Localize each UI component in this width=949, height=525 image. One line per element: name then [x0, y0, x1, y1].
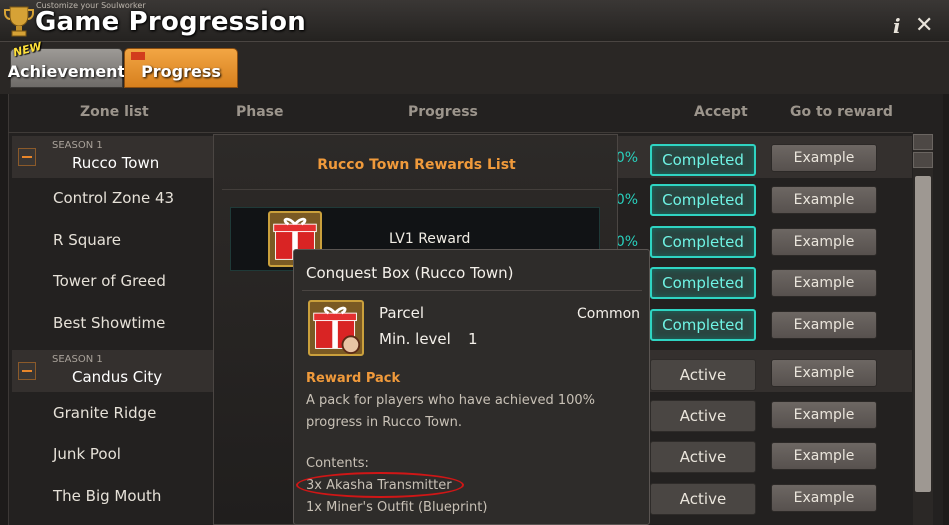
- trophy-icon: [4, 6, 34, 37]
- min-level-value: 1: [468, 330, 478, 348]
- accept-status-button[interactable]: Completed: [650, 309, 756, 341]
- zone-name: Tower of Greed: [53, 272, 166, 290]
- zone-name: Candus City: [72, 368, 163, 386]
- highlight-circle: [296, 472, 464, 498]
- season-label: SEASON 1: [52, 354, 103, 365]
- tooltip-description: A pack for players who have achieved 100…: [306, 393, 596, 430]
- tab-achievement-label: Achievement: [7, 62, 126, 81]
- go-to-reward-button[interactable]: Example: [771, 442, 877, 470]
- go-to-reward-button[interactable]: Example: [771, 401, 877, 429]
- go-to-reward-button[interactable]: Example: [771, 359, 877, 387]
- tooltip-section-title: Reward Pack: [306, 371, 401, 386]
- collapse-icon[interactable]: [18, 148, 36, 166]
- column-progress: Progress: [408, 104, 478, 120]
- item-tooltip: Conquest Box (Rucco Town) Parcel Common …: [293, 249, 650, 525]
- zone-name: Junk Pool: [53, 445, 121, 463]
- column-phase: Phase: [236, 104, 284, 120]
- accept-status-button[interactable]: Active: [650, 441, 756, 473]
- accept-status-button[interactable]: Completed: [650, 184, 756, 216]
- contents-label: Contents:: [306, 456, 369, 471]
- scroll-up-icon[interactable]: [913, 152, 933, 168]
- column-go-to-reward: Go to reward: [790, 104, 893, 120]
- tooltip-title: Conquest Box (Rucco Town): [306, 264, 514, 282]
- accept-status-button[interactable]: Completed: [650, 144, 756, 176]
- zone-name: R Square: [53, 231, 121, 249]
- title-bar: Customize your Soulworker Game Progressi…: [0, 0, 949, 42]
- go-to-reward-button[interactable]: Example: [771, 484, 877, 512]
- go-to-reward-button[interactable]: Example: [771, 228, 877, 256]
- scrollbar-thumb[interactable]: [915, 176, 931, 492]
- accept-status-button[interactable]: Completed: [650, 267, 756, 299]
- column-zone-list: Zone list: [80, 104, 149, 120]
- zone-name: Best Showtime: [53, 314, 166, 332]
- rewards-divider: [222, 189, 612, 190]
- tab-progress-label: Progress: [141, 62, 221, 81]
- accept-status-button[interactable]: Active: [650, 359, 756, 391]
- flag-icon: [131, 52, 145, 60]
- reward-entry-label: LV1 Reward: [389, 231, 471, 247]
- item-type: Parcel: [379, 304, 425, 322]
- zone-name: Rucco Town: [72, 154, 160, 172]
- info-button[interactable]: i: [893, 14, 901, 38]
- zone-name: Control Zone 43: [53, 189, 175, 207]
- go-to-reward-button[interactable]: Example: [771, 144, 877, 172]
- zone-name: The Big Mouth: [53, 487, 162, 505]
- close-button[interactable]: ✕: [915, 13, 933, 38]
- item-rarity: Common: [577, 306, 641, 322]
- go-to-reward-button[interactable]: Example: [771, 269, 877, 297]
- min-level-label: Min. level: [379, 330, 451, 348]
- collapse-icon[interactable]: [18, 362, 36, 380]
- accept-status-button[interactable]: Active: [650, 400, 756, 432]
- gift-box-icon: [308, 300, 364, 356]
- contents-item: 1x Miner's Outfit (Blueprint): [306, 500, 488, 515]
- accept-status-button[interactable]: Active: [650, 483, 756, 515]
- tooltip-divider: [302, 290, 642, 291]
- rewards-list-title: Rucco Town Rewards List: [317, 157, 516, 173]
- accept-status-button[interactable]: Completed: [650, 226, 756, 258]
- window-title: Game Progression: [35, 7, 306, 37]
- go-to-reward-button[interactable]: Example: [771, 311, 877, 339]
- zone-name: Granite Ridge: [53, 404, 157, 422]
- tab-bar: Achievement Progress: [0, 42, 949, 94]
- season-label: SEASON 1: [52, 140, 103, 151]
- scroll-top-icon[interactable]: [913, 134, 933, 150]
- go-to-reward-button[interactable]: Example: [771, 186, 877, 214]
- header-divider: [8, 132, 913, 133]
- column-accept: Accept: [694, 104, 748, 120]
